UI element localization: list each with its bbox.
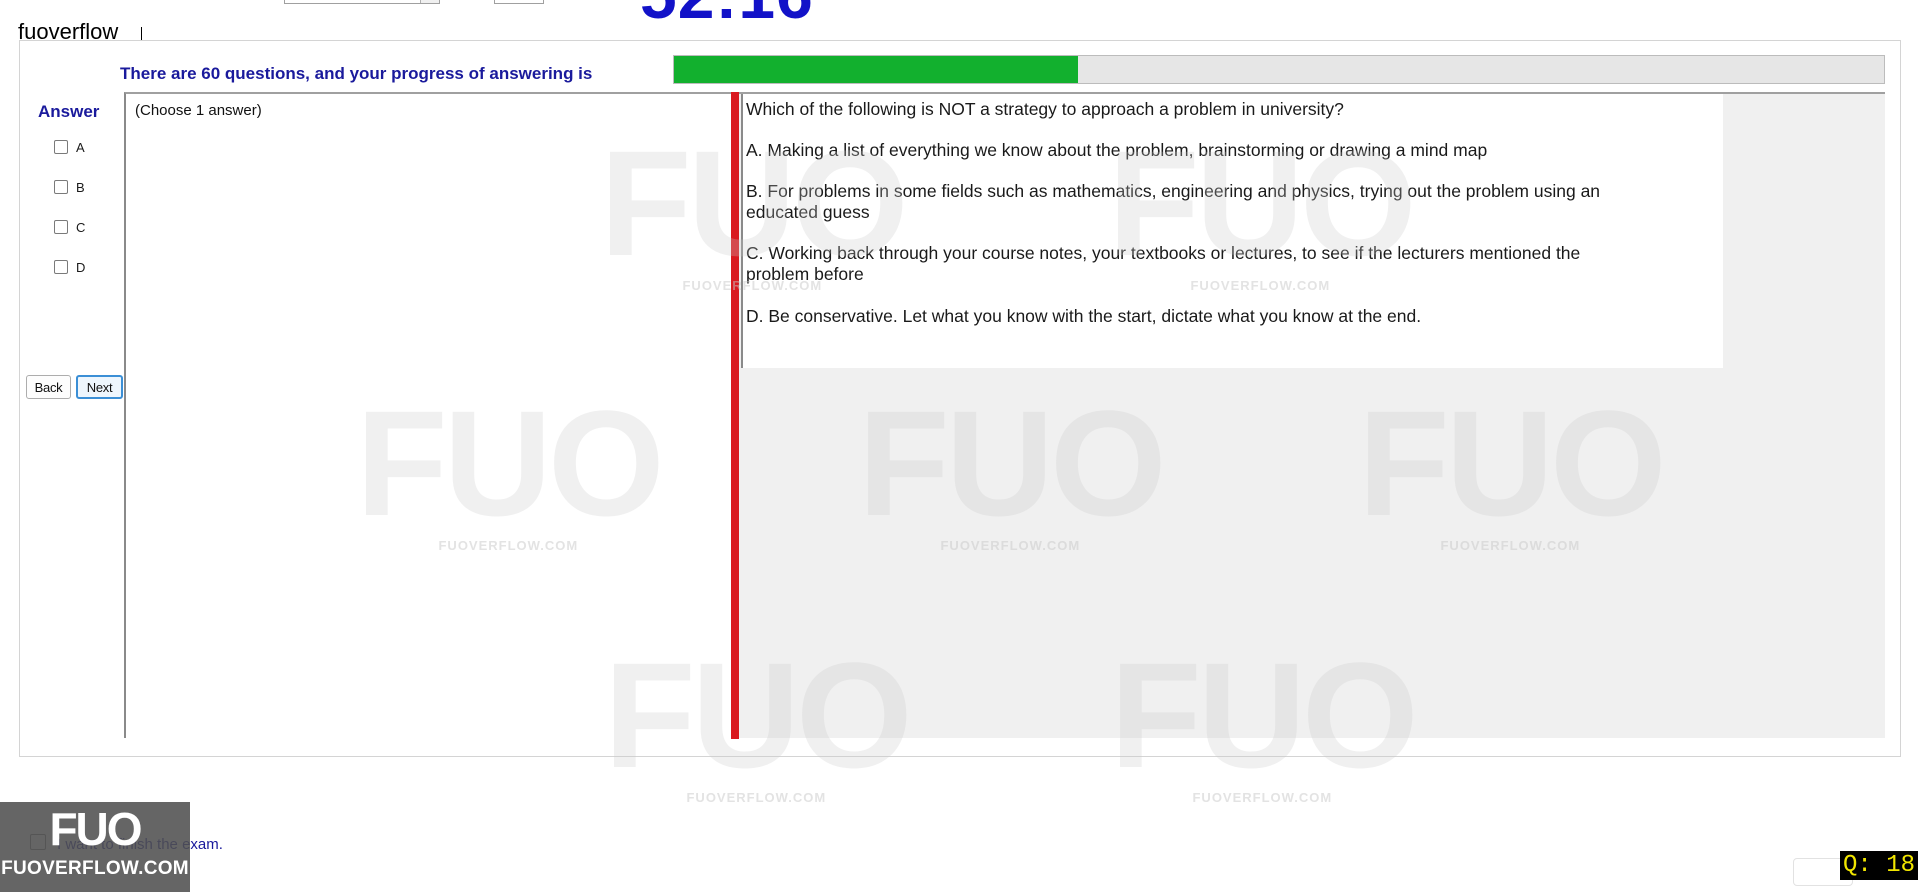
checkbox-d[interactable] — [54, 260, 68, 274]
logo-text: FUOVERFLOW.COM — [1, 858, 189, 879]
option-c-label: C — [76, 219, 86, 235]
next-button[interactable]: Next — [76, 375, 123, 399]
question-stem: Which of the following is NOT a strategy… — [746, 99, 1344, 119]
countdown-timer: 52:16 — [640, 0, 814, 28]
choose-hint: (Choose 1 answer) — [135, 102, 262, 119]
question-counter: Q: 18 — [1840, 851, 1919, 880]
option-b[interactable]: B — [54, 178, 85, 196]
answer-title: Answer — [38, 102, 100, 121]
checkbox-c[interactable] — [54, 220, 68, 234]
top-small-box[interactable] — [494, 0, 544, 4]
option-a-label: A — [76, 139, 85, 155]
option-b-label: B — [76, 179, 85, 195]
progress-label: There are 60 questions, and your progres… — [120, 64, 593, 83]
choice-a-text: A. Making a list of everything we know a… — [746, 140, 1488, 160]
option-d[interactable]: D — [54, 258, 85, 276]
checkbox-b[interactable] — [54, 180, 68, 194]
logo-mark: FUO — [49, 803, 142, 855]
answer-area[interactable] — [124, 92, 734, 738]
checkbox-a[interactable] — [54, 140, 68, 154]
back-button[interactable]: Back — [26, 375, 71, 399]
choice-c-text: C. Working back through your course note… — [746, 243, 1581, 284]
fuoverflow-logo: FUO FUOVERFLOW.COM — [0, 802, 190, 892]
chevron-down-icon[interactable] — [420, 0, 439, 3]
pane-divider[interactable] — [731, 92, 739, 739]
progress-bar-fill — [674, 56, 1079, 83]
top-combo-box[interactable] — [284, 0, 440, 4]
choice-d-text: D. Be conservative. Let what you know wi… — [746, 306, 1422, 326]
option-c[interactable]: C — [54, 218, 85, 236]
option-a[interactable]: A — [54, 138, 85, 156]
choice-b-text: B. For problems in some fields such as m… — [746, 181, 1601, 222]
option-d-label: D — [76, 259, 86, 275]
progress-bar — [673, 55, 1885, 84]
